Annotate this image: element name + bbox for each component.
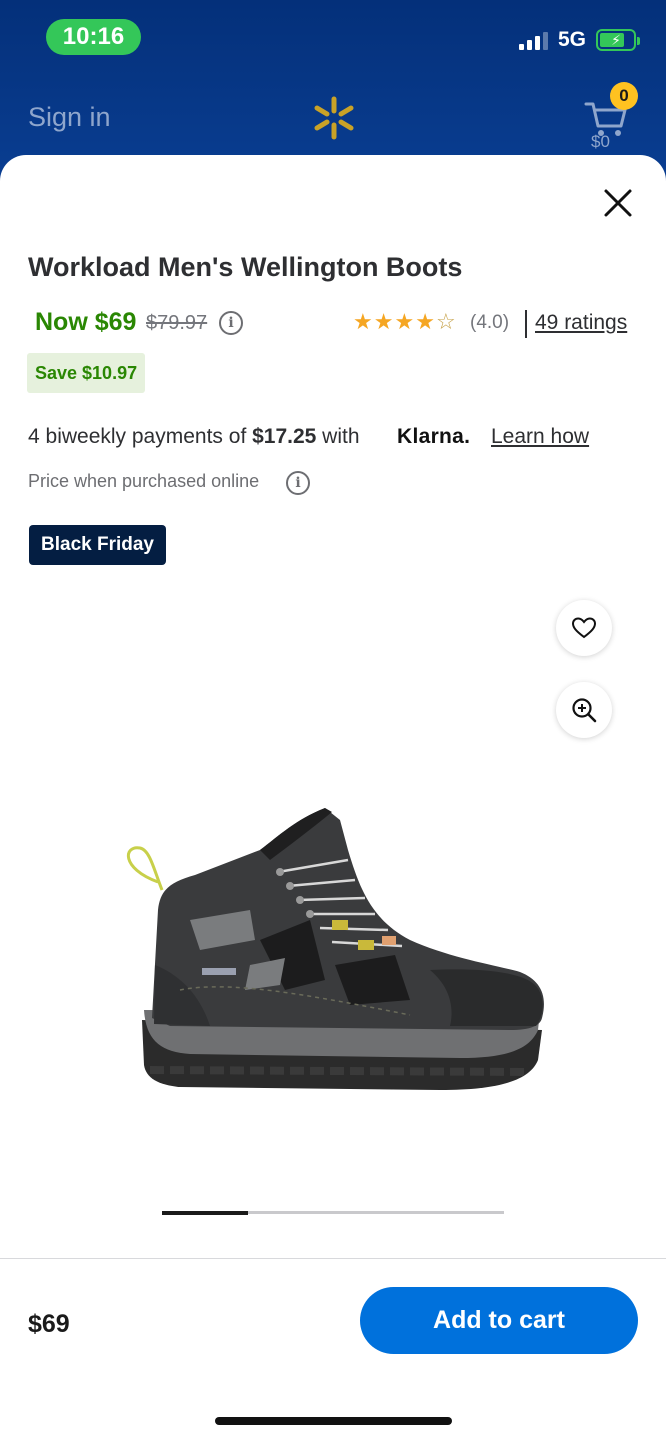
battery-icon: ⚡ xyxy=(596,29,640,51)
home-indicator[interactable] xyxy=(215,1417,452,1425)
klarna-with: with xyxy=(316,425,360,448)
original-price: $79.97 xyxy=(146,312,208,334)
star-icon: ★ xyxy=(353,309,373,334)
product-title: Workload Men's Wellington Boots xyxy=(28,252,463,282)
network-label: 5G xyxy=(557,28,586,51)
star-icon: ★ xyxy=(373,309,394,334)
online-price-note: Price when purchased online xyxy=(28,471,260,491)
star-icon: ★ xyxy=(415,309,435,334)
status-time: 10:16 xyxy=(46,19,141,55)
info-icon[interactable]: i xyxy=(219,311,243,335)
favorite-button[interactable] xyxy=(556,600,612,656)
bottom-price: $69 xyxy=(28,1310,70,1338)
close-icon xyxy=(604,189,632,217)
info-icon[interactable]: i xyxy=(286,471,310,495)
learn-how-link[interactable]: Learn how xyxy=(491,425,589,449)
signal-icon xyxy=(518,30,548,50)
star-icon: ★ xyxy=(394,309,415,334)
black-friday-badge: Black Friday xyxy=(29,525,166,565)
current-price: Now $69 xyxy=(35,308,137,336)
image-carousel-indicator xyxy=(162,1210,504,1215)
product-image[interactable] xyxy=(110,790,560,1110)
cart-count-badge: 0 xyxy=(610,82,638,110)
klarna-prefix: 4 biweekly payments of xyxy=(28,425,253,448)
status-indicators: 5G ⚡ xyxy=(518,28,640,52)
ratings-link[interactable]: 49 ratings xyxy=(535,311,627,335)
zoom-in-icon xyxy=(572,698,597,723)
savings-badge: Save $10.97 xyxy=(27,353,146,393)
zoom-button[interactable] xyxy=(556,682,612,738)
close-button[interactable] xyxy=(600,185,636,221)
klarna-amount: $17.25 xyxy=(252,425,317,448)
spark-icon[interactable] xyxy=(312,96,356,140)
klarna-logo: Klarna. xyxy=(397,425,471,448)
klarna-payments: 4 biweekly payments of $17.25 with xyxy=(28,425,360,449)
signin-link[interactable]: Sign in xyxy=(28,102,111,133)
star-empty-icon: ☆ xyxy=(435,309,456,334)
divider xyxy=(525,310,527,338)
carousel-active-segment xyxy=(162,1210,248,1215)
add-to-cart-button[interactable]: Add to cart xyxy=(360,1287,638,1354)
rating-value: (4.0) xyxy=(470,312,510,333)
rating-stars: ★ ★ ★ ★ ☆ xyxy=(353,310,456,334)
cart-total: $0 xyxy=(591,132,610,151)
heart-icon xyxy=(571,617,597,639)
